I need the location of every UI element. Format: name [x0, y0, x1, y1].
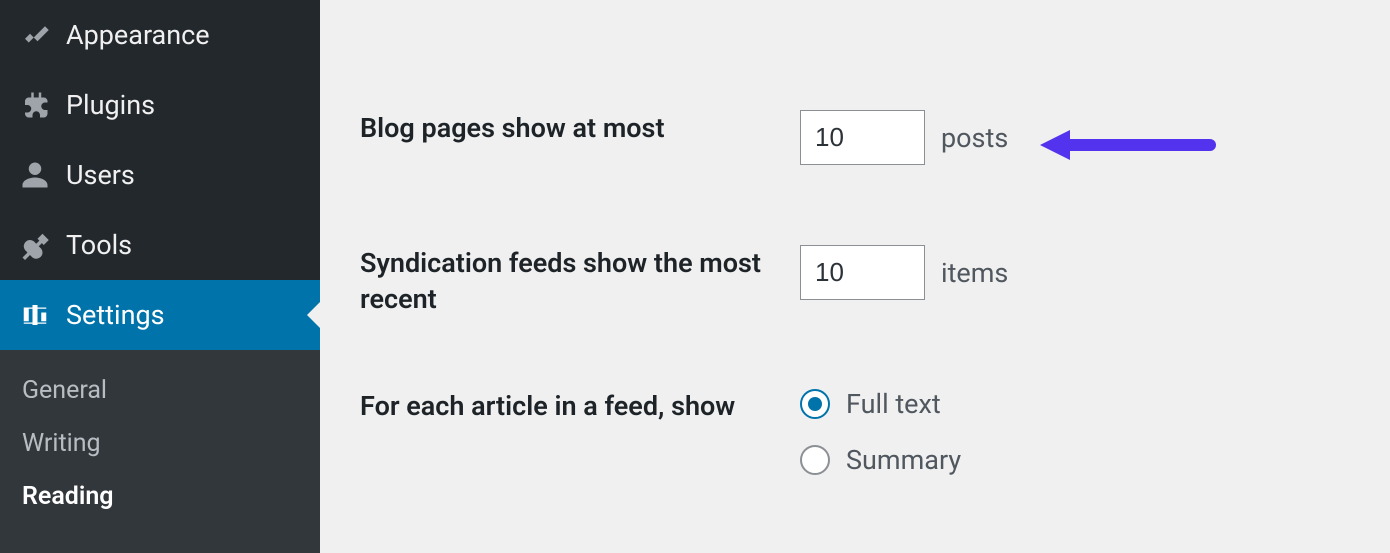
- submenu-item-reading[interactable]: Reading: [0, 470, 320, 523]
- submenu-item-writing[interactable]: Writing: [0, 417, 320, 470]
- sidebar-item-label: Plugins: [66, 89, 155, 121]
- radio-label: Summary: [846, 444, 961, 476]
- sidebar-item-users[interactable]: Users: [0, 140, 320, 210]
- sidebar-item-tools[interactable]: Tools: [0, 210, 320, 280]
- radio-full-text[interactable]: Full text: [800, 388, 961, 420]
- radio-summary[interactable]: Summary: [800, 444, 961, 476]
- tools-icon: [18, 228, 52, 262]
- radio-label: Full text: [846, 388, 941, 420]
- feed-article-radio-group: Full text Summary: [800, 388, 961, 476]
- admin-sidebar: Appearance Plugins Users Tools Settings …: [0, 0, 320, 544]
- settings-icon: [18, 298, 52, 332]
- radio-dot-icon: [800, 445, 830, 475]
- sidebar-item-label: Settings: [66, 299, 165, 331]
- sidebar-item-appearance[interactable]: Appearance: [0, 0, 320, 70]
- sidebar-item-plugins[interactable]: Plugins: [0, 70, 320, 140]
- row-syndication: Syndication feeds show the most recent i…: [360, 165, 1350, 318]
- label-feed-article: For each article in a feed, show: [360, 388, 800, 424]
- radio-dot-icon: [800, 389, 830, 419]
- sidebar-item-label: Appearance: [66, 19, 210, 51]
- field-blog-pages: posts: [800, 110, 1008, 165]
- appearance-icon: [18, 18, 52, 52]
- plugins-icon: [18, 88, 52, 122]
- settings-reading-panel: Blog pages show at most posts Syndicatio…: [320, 0, 1390, 544]
- syndication-unit: items: [941, 257, 1008, 289]
- sidebar-item-label: Tools: [66, 229, 132, 261]
- label-blog-pages: Blog pages show at most: [360, 110, 800, 146]
- field-syndication: items: [800, 245, 1008, 300]
- label-syndication: Syndication feeds show the most recent: [360, 245, 800, 318]
- sidebar-item-settings[interactable]: Settings: [0, 280, 320, 350]
- blog-pages-unit: posts: [941, 122, 1008, 154]
- blog-pages-input[interactable]: [800, 110, 925, 165]
- sidebar-item-label: Users: [66, 159, 135, 191]
- row-feed-article: For each article in a feed, show Full te…: [360, 318, 1350, 476]
- users-icon: [18, 158, 52, 192]
- row-blog-pages: Blog pages show at most posts: [360, 0, 1350, 165]
- field-feed-article: Full text Summary: [800, 388, 961, 476]
- syndication-input[interactable]: [800, 245, 925, 300]
- settings-submenu: General Writing Reading: [0, 350, 320, 553]
- submenu-item-general[interactable]: General: [0, 364, 320, 417]
